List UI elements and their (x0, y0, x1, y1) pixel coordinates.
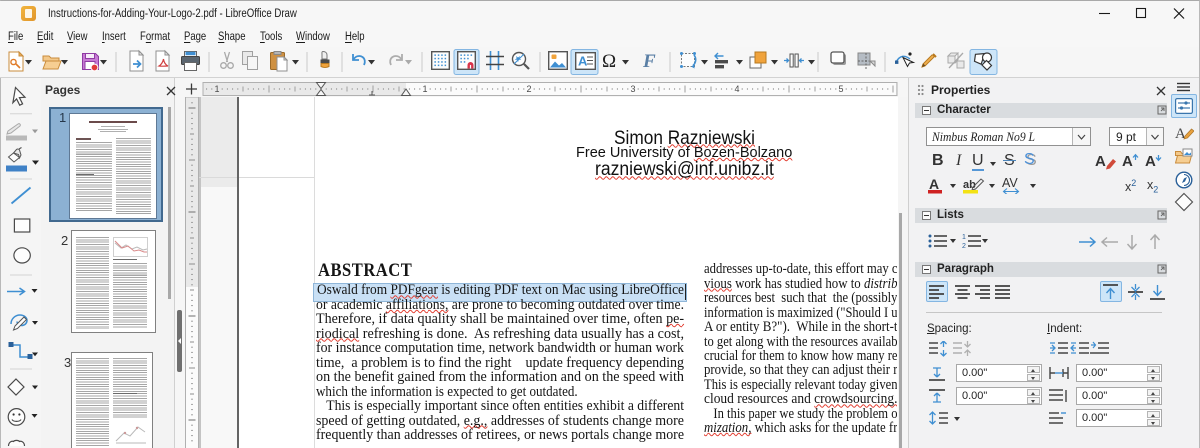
svg-text:A: A (1095, 153, 1106, 170)
svg-text:AV: AV (1002, 177, 1018, 190)
svg-text:1: 1 (962, 234, 966, 241)
svg-text:Ω: Ω (602, 51, 616, 72)
svg-text:5: 5 (838, 84, 843, 94)
svg-text:A: A (1122, 153, 1133, 170)
svg-text:1: 1 (214, 84, 219, 94)
svg-text:F: F (642, 51, 656, 72)
svg-text:3: 3 (630, 84, 635, 94)
svg-text:A: A (1145, 153, 1156, 170)
svg-text:1: 1 (422, 84, 427, 94)
svg-text:2: 2 (526, 84, 531, 94)
svg-text:A: A (929, 177, 939, 192)
svg-text:2: 2 (962, 243, 966, 249)
svg-text:A: A (578, 54, 588, 69)
svg-text:4: 4 (734, 84, 739, 94)
